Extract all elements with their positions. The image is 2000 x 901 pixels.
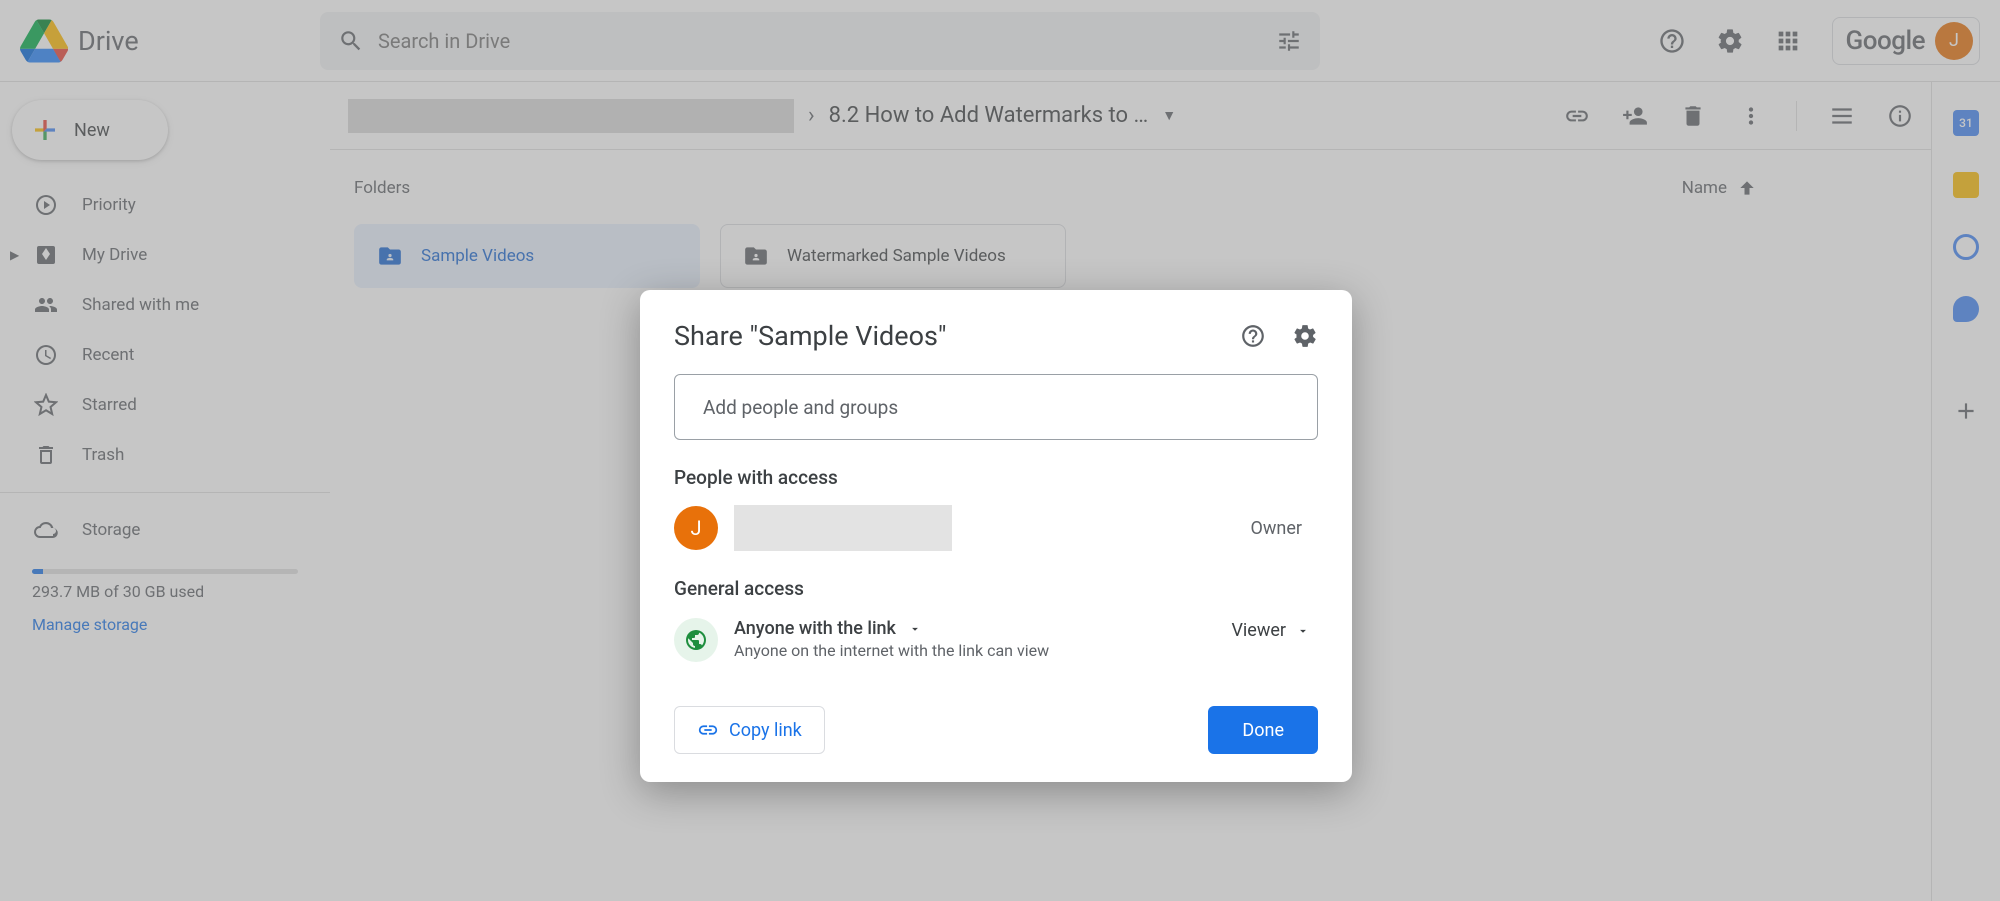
add-people-input[interactable] [674,374,1318,440]
done-button[interactable]: Done [1208,706,1318,754]
folder-card[interactable]: Sample Videos [354,224,700,288]
section-label: Folders [354,178,410,198]
chevron-down-icon[interactable]: ▼ [1162,107,1176,124]
role-label: Viewer [1231,620,1286,641]
person-avatar: J [674,506,718,550]
addon-plus-icon[interactable] [1953,398,1979,424]
person-add-icon[interactable] [1622,103,1648,129]
help-icon[interactable] [1658,27,1686,55]
recent-icon [34,343,58,367]
folder-card[interactable]: Watermarked Sample Videos [720,224,1066,288]
tune-icon[interactable] [1276,28,1302,54]
breadcrumb-current[interactable]: 8.2 How to Add Watermarks to … [829,103,1149,128]
search-input[interactable] [378,29,1276,53]
sidebar-item-recent[interactable]: Recent [0,330,330,380]
shared-folder-icon [743,243,769,269]
shared-icon [34,293,58,317]
priority-icon [34,193,58,217]
avatar: J [1935,22,1973,60]
chevron-right-icon[interactable]: ▶ [10,248,19,262]
breadcrumb: › 8.2 How to Add Watermarks to … ▼ [330,82,1931,150]
access-row: Anyone with the link Anyone on the inter… [674,618,1318,662]
globe-badge [674,618,718,662]
sidebar: New Priority ▶ My Drive Shared with me R… [0,82,330,901]
access-dropdown[interactable]: Anyone with the link [734,618,1215,639]
people-heading: People with access [674,466,1318,489]
person-name-masked [734,505,952,551]
folder-label: Watermarked Sample Videos [787,246,1006,266]
sidebar-item-label: Storage [82,520,140,540]
copy-link-label: Copy link [729,720,802,741]
header-right: Google J [1658,17,1980,65]
search-bar[interactable] [320,12,1320,70]
sidebar-item-priority[interactable]: Priority [0,180,330,230]
new-button-label: New [74,120,110,141]
sidebar-item-label: Priority [82,195,136,215]
chevron-down-icon [1296,624,1310,638]
sidebar-item-label: Recent [82,345,134,365]
dialog-title: Share "Sample Videos" [674,320,1214,352]
drive-logo-icon [20,17,68,65]
sidebar-item-storage[interactable]: Storage [0,505,330,555]
new-button[interactable]: New [12,100,168,160]
crumb-actions [1564,101,1913,131]
plus-icon [30,115,60,145]
list-view-icon[interactable] [1829,103,1855,129]
trash-icon [34,443,58,467]
star-icon [34,393,58,417]
globe-icon [684,628,708,652]
link-icon[interactable] [1564,103,1590,129]
sidebar-item-shared[interactable]: Shared with me [0,280,330,330]
access-subtitle: Anyone on the internet with the link can… [734,641,1215,660]
sidebar-item-label: Starred [82,395,137,415]
breadcrumb-parent-masked[interactable] [348,99,794,133]
info-icon[interactable] [1887,103,1913,129]
storage-used-text: 293.7 MB of 30 GB used [32,582,330,601]
divider [1796,101,1797,131]
copy-link-button[interactable]: Copy link [674,706,825,754]
sidepanel: 31 [1932,82,2000,901]
storage-bar [32,569,298,574]
header: Drive Google J [0,0,2000,82]
shared-folder-icon [377,243,403,269]
link-icon [697,719,719,741]
person-row: J Owner [674,505,1318,551]
arrow-up-icon [1737,178,1757,198]
help-icon[interactable] [1240,323,1266,349]
share-dialog: Share "Sample Videos" People with access… [640,290,1352,782]
delete-icon[interactable] [1680,103,1706,129]
sidebar-item-mydrive[interactable]: ▶ My Drive [0,230,330,280]
account-chip[interactable]: Google J [1832,17,1980,65]
google-logo-text: Google [1845,26,1925,56]
keep-icon[interactable] [1953,172,1979,198]
logo-area[interactable]: Drive [20,17,320,65]
apps-icon[interactable] [1774,27,1802,55]
sidebar-item-trash[interactable]: Trash [0,430,330,480]
access-title-text: Anyone with the link [734,618,896,639]
sidebar-item-starred[interactable]: Starred [0,380,330,430]
mydrive-icon [34,243,58,267]
calendar-icon[interactable]: 31 [1953,110,1979,136]
role-dropdown[interactable]: Viewer [1231,620,1310,641]
owner-label: Owner [1251,518,1303,539]
general-heading: General access [674,577,1318,600]
gear-icon[interactable] [1292,323,1318,349]
contacts-icon[interactable] [1953,296,1979,322]
sort-control[interactable]: Name [1682,178,1907,198]
chevron-right-icon: › [808,103,815,128]
sidebar-item-label: My Drive [82,245,147,265]
tasks-icon[interactable] [1953,234,1979,260]
sort-label: Name [1682,178,1727,198]
cloud-icon [34,518,58,542]
search-icon [338,28,364,54]
sidebar-item-label: Trash [82,445,124,465]
gear-icon[interactable] [1716,27,1744,55]
more-icon[interactable] [1738,103,1764,129]
app-name: Drive [78,25,139,57]
sidebar-item-label: Shared with me [82,295,199,315]
chevron-down-icon [908,622,922,636]
manage-storage-link[interactable]: Manage storage [32,615,330,634]
folder-label: Sample Videos [421,246,534,266]
